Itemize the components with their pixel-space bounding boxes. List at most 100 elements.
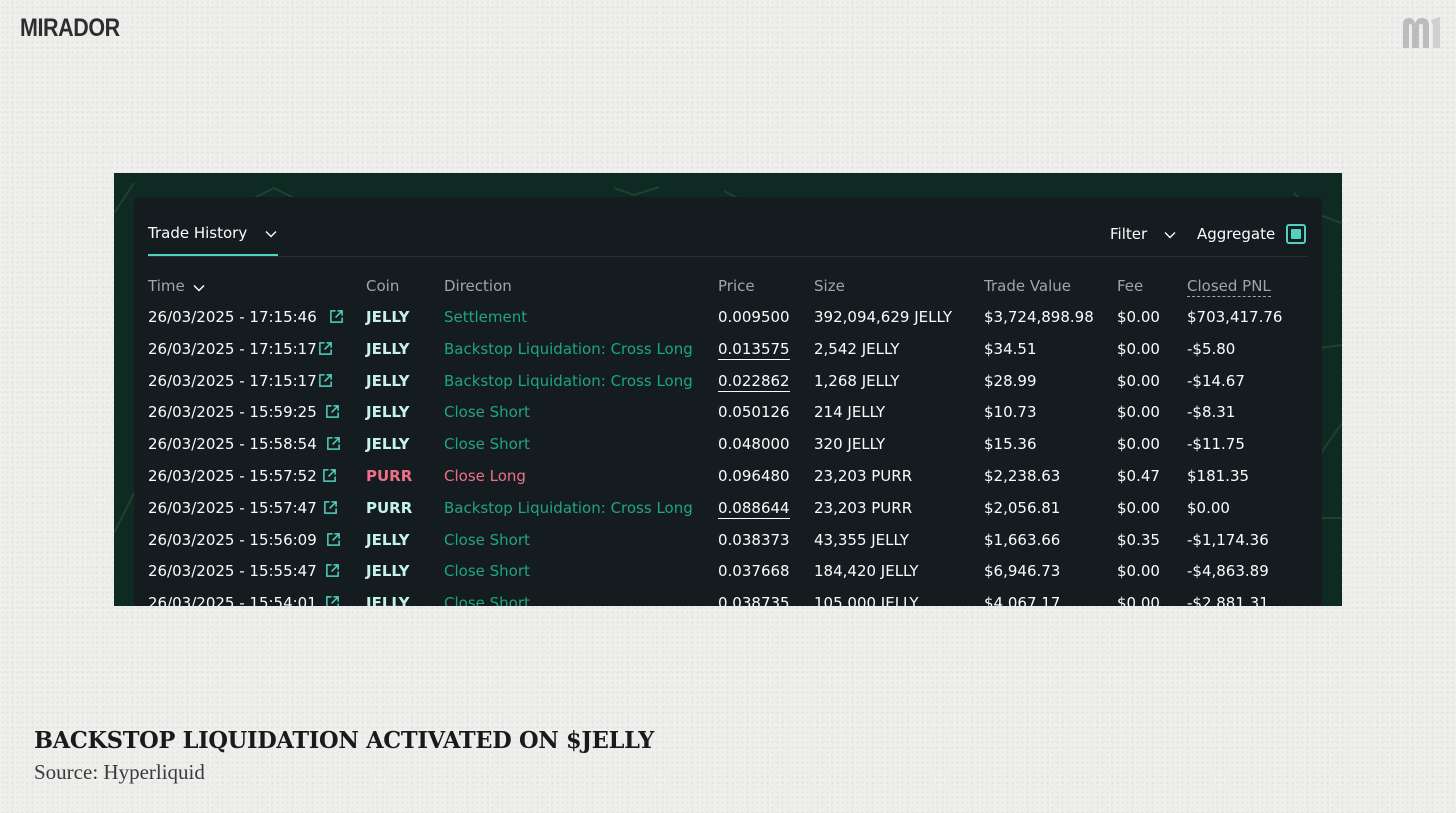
- table-row: 26/03/2025 - 17:15:17 JELLY Backstop Liqui…: [134, 371, 1322, 403]
- column-header-fee: Fee: [1117, 277, 1144, 295]
- cell-price: 0.096480: [718, 467, 790, 485]
- cell-closed-pnl: -$4,863.89: [1187, 562, 1269, 581]
- column-header-size: Size: [814, 277, 845, 295]
- external-link-icon[interactable]: [318, 373, 333, 388]
- cell-size: 320 JELLY: [814, 435, 886, 454]
- external-link-icon[interactable]: [318, 341, 333, 356]
- external-link-icon[interactable]: [325, 595, 340, 606]
- cell-fee: $0.00: [1117, 498, 1160, 517]
- cell-trade-value: $10.73: [984, 403, 1037, 422]
- cell-trade-value: $4,067.17: [984, 594, 1061, 606]
- cell-time: 26/03/2025 - 15:58:54: [148, 435, 317, 454]
- cell-direction: Backstop Liquidation: Cross Long: [444, 371, 693, 390]
- cell-closed-pnl: -$14.67: [1187, 371, 1245, 390]
- external-link-icon[interactable]: [322, 468, 337, 483]
- external-link-icon[interactable]: [325, 404, 340, 419]
- cell-direction: Backstop Liquidation: Cross Long: [444, 498, 693, 517]
- cell-time: 26/03/2025 - 17:15:17: [148, 339, 317, 358]
- cell-direction: Backstop Liquidation: Cross Long: [444, 339, 693, 358]
- cell-closed-pnl: -$11.75: [1187, 435, 1245, 454]
- filter-dropdown[interactable]: Filter: [1110, 225, 1147, 243]
- cell-price: 0.050126: [718, 403, 790, 422]
- cell-size: 43,355 JELLY: [814, 530, 910, 549]
- cell-coin: JELLY: [366, 562, 410, 581]
- column-header-label: Time: [148, 277, 185, 295]
- cell-direction: Close Short: [444, 435, 530, 454]
- cell-direction: Close Short: [444, 403, 530, 422]
- caption-source: Source: Hyperliquid: [34, 760, 205, 784]
- cell-price[interactable]: 0.013575: [718, 339, 790, 360]
- cell-size: 23,203 PURR: [814, 498, 913, 517]
- cell-coin: PURR: [366, 467, 413, 485]
- external-link-icon[interactable]: [329, 309, 344, 324]
- tab-trade-history[interactable]: Trade History: [148, 197, 278, 256]
- cell-coin: JELLY: [366, 371, 410, 390]
- cell-trade-value: $1,663.66: [984, 530, 1061, 549]
- column-header-price: Price: [718, 277, 755, 295]
- screenshot-frame: Trade History Filter Aggregate Time Coin…: [114, 173, 1342, 606]
- table-row: 26/03/2025 - 17:15:46 JELLY Settlement 0.00…: [134, 307, 1322, 339]
- cell-fee: $0.35: [1117, 530, 1160, 549]
- cell-trade-value: $34.51: [984, 339, 1037, 358]
- external-link-icon[interactable]: [326, 532, 341, 547]
- cell-price: 0.037668: [718, 562, 790, 581]
- chevron-down-icon[interactable]: [1164, 231, 1176, 239]
- cell-direction: Close Short: [444, 530, 530, 549]
- cell-trade-value: $28.99: [984, 371, 1037, 390]
- cell-trade-value: $6,946.73: [984, 562, 1061, 581]
- cell-size: 105,000 JELLY: [814, 594, 919, 606]
- external-link-icon[interactable]: [326, 436, 341, 451]
- cell-price[interactable]: 0.088644: [718, 498, 790, 519]
- cell-fee: $0.00: [1117, 371, 1160, 390]
- column-header-time[interactable]: Time: [148, 277, 185, 295]
- checkbox-check: [1291, 229, 1301, 239]
- cell-fee: $0.00: [1117, 594, 1160, 606]
- cell-fee: $0.00: [1117, 403, 1160, 422]
- cell-trade-value: $2,238.63: [984, 467, 1061, 485]
- cell-closed-pnl: -$1,174.36: [1187, 530, 1269, 549]
- cell-size: 392,094,629 JELLY: [814, 308, 952, 326]
- cell-fee: $0.47: [1117, 467, 1160, 485]
- cell-price: 0.038735: [718, 594, 790, 606]
- cell-coin: JELLY: [366, 530, 410, 549]
- cell-fee: $0.00: [1117, 339, 1160, 358]
- cell-coin: JELLY: [366, 403, 410, 422]
- cell-coin: JELLY: [366, 339, 410, 358]
- table-row: 26/03/2025 - 15:57:52 PURR Close Long 0.096…: [134, 466, 1322, 498]
- cell-closed-pnl: $703,417.76: [1187, 308, 1283, 326]
- column-header-closed-pnl[interactable]: Closed PNL: [1187, 277, 1271, 297]
- cell-time: 26/03/2025 - 15:57:47: [148, 498, 317, 517]
- panel-header: Trade History Filter Aggregate: [148, 197, 1308, 257]
- cell-fee: $0.00: [1117, 435, 1160, 454]
- external-link-icon[interactable]: [325, 563, 340, 578]
- aggregate-checkbox[interactable]: [1286, 224, 1306, 244]
- cell-closed-pnl: -$8.31: [1187, 403, 1236, 422]
- cell-price: 0.009500: [718, 308, 790, 326]
- cell-time: 26/03/2025 - 15:56:09: [148, 530, 317, 549]
- cell-time: 26/03/2025 - 15:57:52: [148, 467, 317, 485]
- trade-history-panel: Trade History Filter Aggregate Time Coin…: [134, 197, 1322, 606]
- column-header-trade-value: Trade Value: [984, 277, 1072, 295]
- cell-direction: Close Long: [444, 467, 526, 485]
- sort-chevron-down-icon[interactable]: [193, 284, 205, 292]
- table-row: 26/03/2025 - 15:55:47 JELLY Close Short 0.0…: [134, 561, 1322, 593]
- chevron-down-icon[interactable]: [265, 230, 277, 238]
- cell-closed-pnl: -$2,881.31: [1187, 594, 1269, 606]
- aggregate-label: Aggregate: [1197, 225, 1276, 243]
- cell-price: 0.038373: [718, 530, 790, 549]
- column-header-direction: Direction: [444, 277, 512, 295]
- cell-direction: Close Short: [444, 562, 530, 581]
- cell-coin: PURR: [366, 498, 413, 517]
- cell-size: 184,420 JELLY: [814, 562, 919, 581]
- tab-label: Trade History: [148, 224, 248, 242]
- cell-price[interactable]: 0.022862: [718, 371, 790, 392]
- cell-size: 214 JELLY: [814, 403, 886, 422]
- mirador-m-logo-icon: [1403, 17, 1440, 48]
- column-header-coin: Coin: [366, 277, 400, 295]
- cell-closed-pnl: $0.00: [1187, 498, 1230, 517]
- cell-coin: JELLY: [366, 308, 410, 326]
- cell-trade-value: $2,056.81: [984, 498, 1061, 517]
- external-link-icon[interactable]: [323, 500, 338, 515]
- cell-closed-pnl: $181.35: [1187, 467, 1250, 485]
- cell-direction: Settlement: [444, 308, 528, 326]
